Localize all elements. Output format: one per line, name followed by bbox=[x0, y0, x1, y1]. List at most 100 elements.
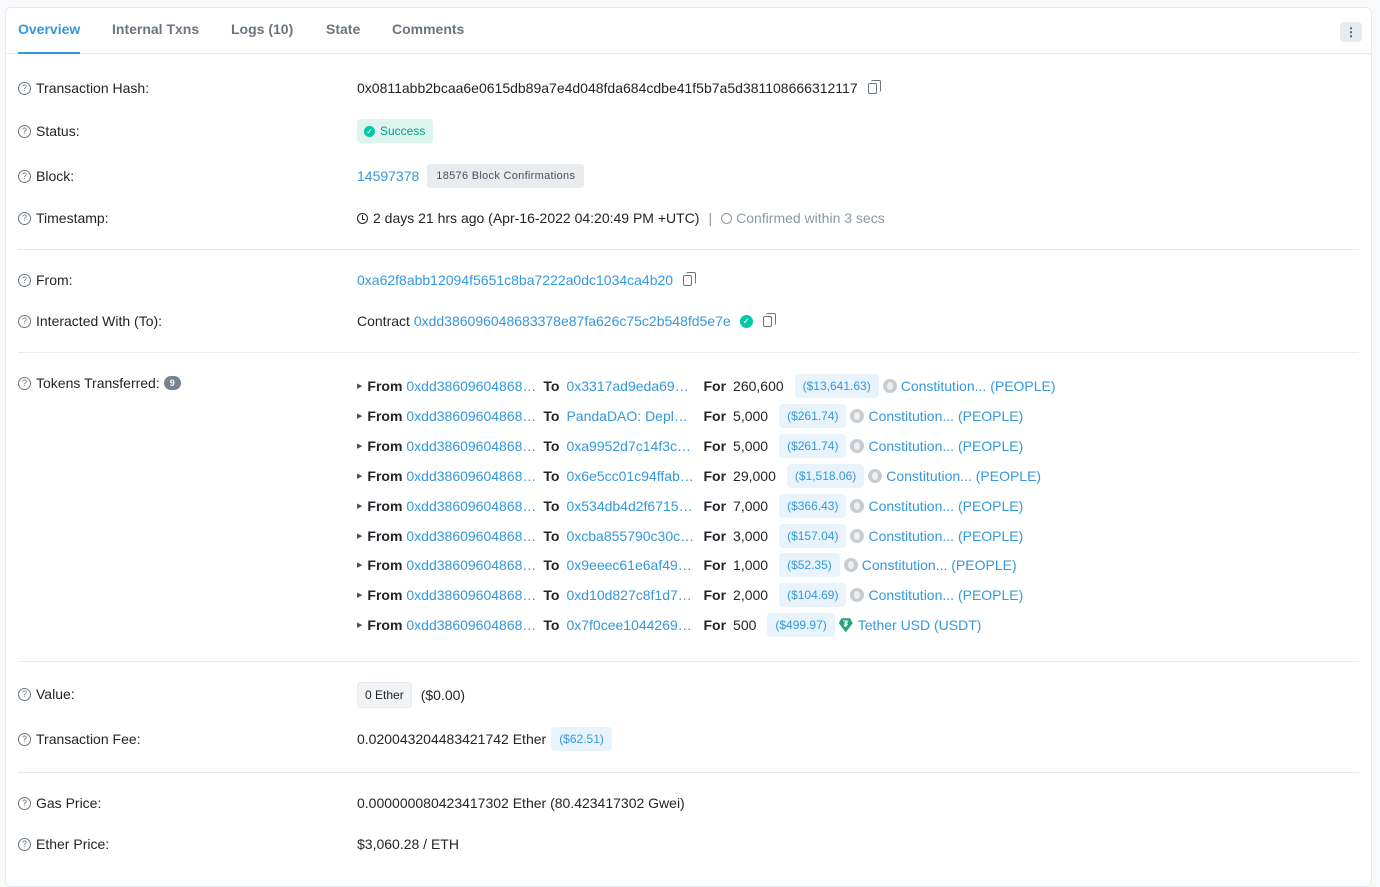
transfer-to-link[interactable]: 0xd10d827c8f1d7f3a4b5c6d7e8f9a0b1c2d3e4f… bbox=[566, 587, 694, 603]
transfer-from-link[interactable]: 0xdd386096048683378e87fa626c75c2b548fd5e… bbox=[406, 438, 537, 454]
expand-caret-icon[interactable]: ▶ bbox=[357, 382, 362, 390]
transfer-from-link[interactable]: 0xdd386096048683378e87fa626c75c2b548fd5e… bbox=[406, 528, 537, 544]
confirmed-within-text: Confirmed within 3 secs bbox=[736, 210, 885, 226]
to-keyword: To bbox=[543, 467, 560, 484]
token-icon bbox=[868, 468, 883, 483]
transfer-from-link[interactable]: 0xdd386096048683378e87fa626c75c2b548fd5e… bbox=[406, 557, 537, 573]
expand-caret-icon[interactable]: ▶ bbox=[357, 442, 362, 450]
ether-value-badge: 0 Ether bbox=[357, 682, 412, 708]
copy-icon[interactable] bbox=[762, 312, 776, 327]
token-name-link[interactable]: Constitution... (PEOPLE) bbox=[868, 587, 1023, 603]
tab-internal-txns[interactable]: Internal Txns bbox=[112, 8, 199, 54]
expand-caret-icon[interactable]: ▶ bbox=[357, 472, 362, 480]
transfer-from-link[interactable]: 0xdd386096048683378e87fa626c75c2b548fd5e… bbox=[406, 617, 537, 633]
usd-value-badge: ($261.74) bbox=[779, 433, 847, 458]
transfer-to-link[interactable]: 0x3317ad9eda6945abe3fb1b5e2d8f8f30e7be84… bbox=[566, 378, 694, 394]
contract-address-link[interactable]: 0xdd386096048683378e87fa626c75c2b548fd5e… bbox=[414, 313, 731, 329]
for-keyword: For bbox=[703, 497, 727, 514]
for-keyword: For bbox=[703, 437, 727, 454]
transfer-amount: 5,000 bbox=[733, 437, 769, 454]
from-address-link[interactable]: 0xa62f8abb12094f5651c8ba7222a0dc1034ca4b… bbox=[357, 272, 673, 288]
help-icon: ? bbox=[18, 124, 31, 138]
transfer-to-link[interactable]: 0x6e5cc01c94ffab5c8e3a5f6d1d3e0a9f4b7c2d… bbox=[566, 468, 694, 484]
transfer-from-link[interactable]: 0xdd386096048683378e87fa626c75c2b548fd5e… bbox=[406, 408, 537, 424]
tab-logs[interactable]: Logs (10) bbox=[231, 8, 293, 54]
status-value: ✓ Success bbox=[357, 119, 434, 143]
for-keyword: For bbox=[703, 557, 727, 574]
token-name-link[interactable]: Constitution... (PEOPLE) bbox=[868, 528, 1023, 544]
transfer-to-link[interactable]: 0xcba855790c30c7d8e9f0a1b2c3d4e5f6a7b8c9… bbox=[566, 528, 694, 544]
tether-icon: ₮ bbox=[838, 618, 853, 633]
expand-caret-icon[interactable]: ▶ bbox=[357, 502, 362, 510]
transfer-to-link[interactable]: 0x9eeec61e6af49b0a1c2d3e4f5a6b7c8d9e0f1a… bbox=[566, 557, 694, 573]
from-keyword: From bbox=[367, 587, 403, 604]
verified-check-icon: ✓ bbox=[739, 314, 753, 328]
tab-comments[interactable]: Comments bbox=[392, 8, 464, 54]
from-keyword: From bbox=[367, 617, 403, 634]
copy-icon[interactable] bbox=[867, 79, 881, 94]
from-keyword: From bbox=[367, 497, 403, 514]
for-keyword: For bbox=[703, 617, 727, 634]
help-icon: ? bbox=[18, 376, 31, 390]
token-icon bbox=[850, 528, 865, 543]
check-circle-icon: ✓ bbox=[364, 125, 375, 137]
divider bbox=[18, 352, 1359, 353]
expand-caret-icon[interactable]: ▶ bbox=[357, 561, 362, 569]
value-value: 0 Ether ($0.00) bbox=[357, 682, 465, 708]
divider bbox=[18, 772, 1359, 773]
transfer-from-link[interactable]: 0xdd386096048683378e87fa626c75c2b548fd5e… bbox=[406, 498, 537, 514]
usd-value-badge: ($261.74) bbox=[779, 403, 847, 428]
status-label: ? Status: bbox=[18, 123, 80, 139]
usd-value-badge: ($157.04) bbox=[779, 523, 847, 548]
more-options-icon[interactable]: ⋮ bbox=[1340, 22, 1362, 42]
token-name-link[interactable]: Constitution... (PEOPLE) bbox=[868, 408, 1023, 424]
transaction-details-card: Overview Internal Txns Logs (10) State C… bbox=[5, 7, 1372, 887]
token-name-link[interactable]: Tether USD (USDT) bbox=[858, 617, 982, 633]
expand-caret-icon[interactable]: ▶ bbox=[357, 412, 362, 420]
to-keyword: To bbox=[543, 557, 560, 574]
expand-caret-icon[interactable]: ▶ bbox=[357, 621, 362, 629]
from-keyword: From bbox=[367, 437, 403, 454]
transfer-to-link[interactable]: 0x7f0cee10442694a5b6c7d8e9f0a1b2c3d4e5f6… bbox=[566, 617, 694, 633]
transfer-from-link[interactable]: 0xdd386096048683378e87fa626c75c2b548fd5e… bbox=[406, 587, 537, 603]
tab-bar: Overview Internal Txns Logs (10) State C… bbox=[6, 8, 1371, 54]
transfer-from-link[interactable]: 0xdd386096048683378e87fa626c75c2b548fd5e… bbox=[406, 378, 537, 394]
for-keyword: For bbox=[703, 527, 727, 544]
block-number-link[interactable]: 14597378 bbox=[357, 168, 419, 184]
token-icon bbox=[850, 438, 865, 453]
tab-overview[interactable]: Overview bbox=[18, 8, 81, 54]
for-keyword: For bbox=[703, 407, 727, 424]
help-icon: ? bbox=[18, 796, 31, 810]
token-name-link[interactable]: Constitution... (PEOPLE) bbox=[886, 468, 1041, 484]
transfer-amount: 3,000 bbox=[733, 527, 769, 544]
status-badge: ✓ Success bbox=[357, 119, 434, 143]
transfer-to-link[interactable]: 0xa9952d7c14f3c6a0b4e7f7d9d93c8f7b5b0a1c… bbox=[566, 438, 694, 454]
token-transfer-row: ▶ From0xdd386096048683378e87fa626c75c2b54… bbox=[357, 583, 1023, 608]
token-name-link[interactable]: Constitution... (PEOPLE) bbox=[868, 438, 1023, 454]
token-transfer-row: ▶ From0xdd386096048683378e87fa626c75c2b54… bbox=[357, 374, 1056, 398]
transfer-amount: 29,000 bbox=[733, 467, 776, 484]
tab-state[interactable]: State bbox=[326, 8, 360, 54]
usd-value-badge: ($366.43) bbox=[779, 493, 847, 518]
transfer-from-link[interactable]: 0xdd386096048683378e87fa626c75c2b548fd5e… bbox=[406, 468, 537, 484]
token-name-link[interactable]: Constitution... (PEOPLE) bbox=[862, 557, 1017, 573]
from-keyword: From bbox=[367, 407, 403, 424]
timestamp-label: ? Timestamp: bbox=[18, 210, 109, 226]
to-label: ? Interacted With (To): bbox=[18, 313, 162, 329]
token-name-link[interactable]: Constitution... (PEOPLE) bbox=[901, 378, 1056, 394]
to-keyword: To bbox=[543, 378, 560, 394]
from-keyword: From bbox=[367, 467, 403, 484]
token-icon bbox=[882, 379, 897, 393]
token-icon bbox=[850, 408, 865, 423]
token-name-link[interactable]: Constitution... (PEOPLE) bbox=[868, 498, 1023, 514]
gas-price-value: 0.000000080423417302 Ether (80.423417302… bbox=[357, 795, 685, 811]
transfer-to-link[interactable]: PandaDAO: Deployer bbox=[566, 408, 694, 424]
usd-value-badge: ($13,641.63) bbox=[794, 374, 879, 398]
transfer-to-link[interactable]: 0x534db4d2f6715a8c3d9e0f1b2a7c6e5d4f3b2a… bbox=[566, 498, 694, 514]
for-keyword: For bbox=[703, 467, 727, 484]
expand-caret-icon[interactable]: ▶ bbox=[357, 591, 362, 599]
expand-caret-icon[interactable]: ▶ bbox=[357, 532, 362, 540]
help-icon: ? bbox=[18, 273, 31, 287]
copy-icon[interactable] bbox=[683, 271, 697, 286]
to-keyword: To bbox=[543, 407, 560, 424]
